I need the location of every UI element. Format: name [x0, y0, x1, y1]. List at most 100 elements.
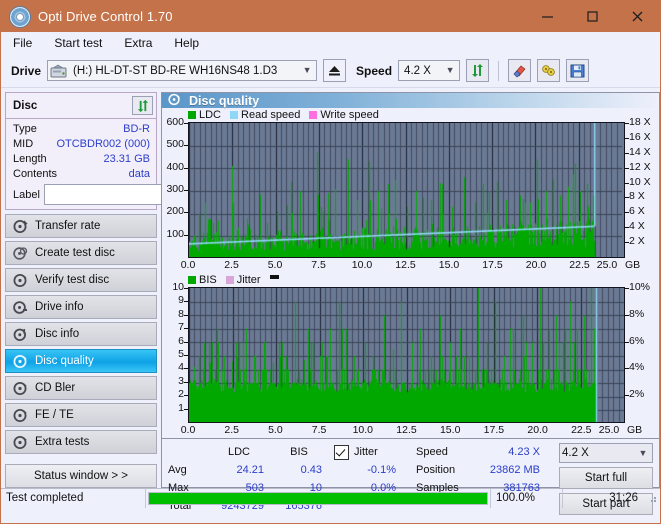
ldc-y2-axis-speed: 2 X4 X6 X8 X10 X12 X14 X16 X18 X: [625, 122, 659, 258]
erase-button[interactable]: [508, 59, 531, 82]
bis-plot-canvas: [189, 288, 624, 423]
close-icon[interactable]: [615, 1, 660, 32]
disc-transfer-icon: [13, 219, 28, 234]
sidebar-item-extra-tests[interactable]: Extra tests: [5, 430, 157, 454]
menu-item-help[interactable]: Help: [172, 35, 201, 51]
legend-swatch-write-speed: [309, 111, 317, 119]
eject-button[interactable]: [323, 59, 346, 82]
legend-item-write-speed: Write speed: [309, 109, 379, 121]
disc-refresh-button[interactable]: [132, 96, 153, 115]
axis-tick-label: 4 X: [629, 221, 645, 232]
menu-item-extra[interactable]: Extra: [122, 35, 154, 51]
axis-tick-label: 16 X: [629, 132, 651, 143]
axis-tick-label: 500: [166, 139, 184, 150]
sidebar-item-verify-test-disc[interactable]: Verify test disc: [5, 268, 157, 292]
disc-row-type: Type BD-R: [13, 122, 150, 137]
stats-position-value: 23862 MB: [474, 464, 544, 476]
sidebar-item-cd-bler[interactable]: CD Bler: [5, 376, 157, 400]
start-full-button[interactable]: Start full: [559, 467, 653, 489]
disc-extra-icon: [13, 435, 28, 450]
drive-icon: [50, 64, 67, 78]
x-axis-tick-label: 20.0: [526, 259, 546, 271]
window-controls: [525, 1, 660, 32]
sidebar-item-label: Disc info: [35, 328, 79, 340]
resize-grip-icon[interactable]: [646, 492, 658, 504]
x-axis-tick-label: 22.5: [571, 424, 591, 436]
axis-tick-label: 4%: [629, 362, 644, 373]
sidebar-item-drive-info[interactable]: Drive info: [5, 295, 157, 319]
test-speed-select[interactable]: 4.2 X ▼: [559, 443, 653, 463]
status-bar: Test completed 100.0% 31:26: [1, 488, 660, 507]
x-axis-tick-label: 2.5: [224, 259, 239, 271]
axis-tick: [625, 342, 629, 343]
axis-tick-label: 200: [166, 206, 184, 217]
x-axis-tick-label: 25.0: [597, 259, 617, 271]
elapsed-time: 31:26: [563, 489, 643, 508]
progress-bar: [146, 489, 491, 508]
sidebar-item-label: FE / TE: [35, 409, 74, 421]
jitter-header: Jitter: [328, 445, 402, 460]
body-split: Disc Type BD-R MID OTCB: [1, 88, 660, 488]
bis-chart-legend: BIS Jitter: [162, 273, 659, 287]
bis-y2-axis-jitter: 2%4%6%8%10%: [625, 287, 659, 423]
jitter-label: Jitter: [354, 446, 378, 458]
axis-tick-label: 12 X: [629, 162, 651, 173]
bis-plot-area[interactable]: [188, 287, 625, 423]
x-axis-tick-label: 7.5: [312, 424, 327, 436]
axis-tick-label: 10: [172, 282, 184, 293]
progress-percent: 100.0%: [491, 489, 563, 508]
drive-value: (H:) HL-DT-ST BD-RE WH16NS48 1.D3: [70, 65, 300, 77]
menu-item-file[interactable]: File: [11, 35, 34, 51]
x-axis-tick-label: 20.0: [527, 424, 547, 436]
progress-fill: [149, 493, 487, 504]
disc-info-rows: Type BD-R MID OTCBDR002 (000) Length 23.…: [6, 119, 156, 209]
x-axis-tick-label: 5.0: [268, 259, 283, 271]
axis-tick: [625, 227, 629, 228]
sidebar-item-disc-quality[interactable]: Disc quality: [5, 349, 157, 373]
stats-row-avg-bis: 0.43: [270, 464, 328, 476]
toolbar: Drive (H:) HL-DT-ST BD-RE WH16NS48 1.D3 …: [1, 54, 660, 88]
stats-speed-key: Speed: [416, 446, 474, 458]
disc-row-contents: Contents data: [13, 167, 150, 182]
legend-swatch-read-speed: [230, 111, 238, 119]
minimize-icon[interactable]: [525, 1, 570, 32]
x-axis-tick-label: 25.0: [599, 424, 619, 436]
ldc-chart-legend: LDC Read speed Write speed: [162, 108, 659, 122]
x-axis-tick-label: 17.5: [484, 424, 504, 436]
axis-tick-label: 300: [166, 184, 184, 195]
sidebar-item-fe-te[interactable]: FE / TE: [5, 403, 157, 427]
drive-select[interactable]: (H:) HL-DT-ST BD-RE WH16NS48 1.D3 ▼: [47, 60, 317, 81]
sidebar-item-label: Drive info: [35, 301, 84, 313]
speed-select[interactable]: 4.2 X ▼: [398, 60, 460, 81]
axis-tick-label: 2 X: [629, 236, 645, 247]
disc-panel-header: Disc: [6, 93, 156, 119]
chevron-down-icon: ▼: [443, 66, 457, 75]
axis-tick: [625, 288, 629, 289]
sidebar: Disc Type BD-R MID OTCB: [5, 92, 157, 488]
sidebar-item-create-test-disc[interactable]: Create test disc: [5, 241, 157, 265]
app-window: Opti Drive Control 1.70 File Start test …: [0, 0, 661, 524]
legend-label-jitter: Jitter: [237, 274, 261, 286]
legend-item-bis: BIS: [188, 274, 217, 286]
tools-button[interactable]: [537, 59, 560, 82]
speed-value: 4.2 X: [401, 65, 443, 77]
title-bar: Opti Drive Control 1.70: [1, 1, 660, 32]
status-window-button[interactable]: Status window > >: [5, 464, 157, 488]
sidebar-item-disc-info[interactable]: Disc info: [5, 322, 157, 346]
speed-label: Speed: [356, 64, 392, 78]
x-axis-tick-label: 10.0: [352, 259, 372, 271]
drive-label: Drive: [11, 64, 41, 78]
ldc-plot-area[interactable]: [188, 122, 625, 258]
sidebar-item-transfer-rate[interactable]: Transfer rate: [5, 214, 157, 238]
x-axis-tick-label: 12.5: [395, 259, 415, 271]
sidebar-item-label: Transfer rate: [35, 220, 100, 232]
save-button[interactable]: [566, 59, 589, 82]
bis-x-axis-right-pad: [625, 423, 659, 438]
jitter-marker-icon: [270, 275, 279, 279]
jitter-checkbox[interactable]: [334, 445, 349, 460]
menu-item-start-test[interactable]: Start test: [52, 35, 104, 51]
maximize-icon[interactable]: [570, 1, 615, 32]
ldc-x-axis-right-pad: [625, 258, 659, 273]
refresh-button[interactable]: [466, 59, 489, 82]
progress-track: [148, 492, 488, 505]
